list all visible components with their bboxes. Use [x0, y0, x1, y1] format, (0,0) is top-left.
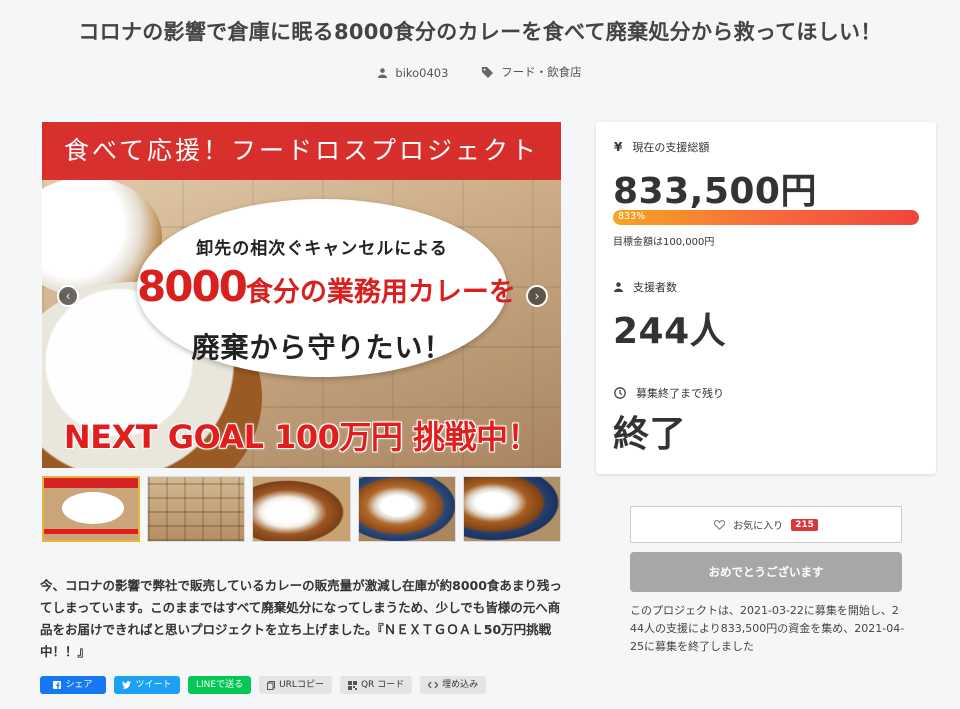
qr-code-label: QR コード [360, 680, 405, 690]
backers-label: 支援者数 [633, 281, 677, 294]
facebook-share-button[interactable]: シェア [40, 676, 106, 694]
facebook-share-label: シェア [65, 680, 93, 690]
category-link[interactable]: フード・飲食店 [482, 64, 582, 80]
project-summary-text: このプロジェクトは、2021-03-22に募集を開始し、244人の支援により83… [630, 604, 905, 653]
remaining-value: 終了 [613, 414, 687, 455]
goal-amount-text: 目標金額は100,000円 [613, 237, 715, 248]
author-name: biko0403 [395, 65, 449, 80]
heart-icon [714, 519, 726, 530]
author-link[interactable]: biko0403 [378, 66, 448, 80]
embed-label: 埋め込み [442, 680, 479, 690]
twitter-icon [122, 681, 132, 689]
url-copy-button[interactable]: URLコピー [259, 676, 332, 694]
share-buttons: シェア ツイート LINEで送る URLコピー QR コード 埋め込み [40, 676, 487, 694]
total-funding-label: 現在の支援総額 [632, 141, 710, 154]
backers-value: 244人 [613, 311, 727, 352]
qr-icon [347, 680, 357, 690]
twitter-share-label: ツイート [135, 680, 172, 690]
page-title: コロナの影響で倉庫に眠る8000食分のカレーを食べて廃棄処分から救ってほしい！ [78, 20, 882, 44]
favorite-label: お気に入り [733, 521, 784, 532]
tag-icon [482, 66, 494, 78]
clock-icon [614, 387, 626, 399]
favorite-count-badge: 215 [791, 518, 818, 531]
thumbnail-5[interactable] [462, 476, 562, 542]
thumbnail-1[interactable] [42, 476, 141, 542]
code-icon [428, 681, 439, 689]
user-icon [378, 67, 388, 78]
copy-icon [267, 680, 276, 690]
thumbnail-strip [42, 476, 562, 542]
hero-line-2: 8000食分の業務用カレーを [137, 262, 516, 311]
thumbnail-red-strip [44, 529, 139, 534]
category-name: フード・飲食店 [501, 65, 582, 79]
hero-line-3: 廃棄から守りたい！ [191, 331, 453, 364]
carousel-prev-icon[interactable]: ‹ [57, 285, 79, 307]
funding-progress-bar: 833% [613, 210, 919, 225]
hero-line-1: 卸先の相次ぐキャンセルによる [196, 239, 448, 259]
remaining-label: 募集終了まで残り [636, 387, 724, 400]
twitter-share-button[interactable]: ツイート [114, 676, 180, 694]
hero-next-goal: NEXT GOAL 100万円 挑戦中！ [63, 418, 540, 456]
line-share-button[interactable]: LINEで送る [188, 676, 252, 694]
total-funding-value: 833,500円 [613, 171, 817, 212]
funding-progress-percent: 833% [618, 211, 646, 222]
user-icon [614, 282, 623, 292]
project-header: コロナの影響で倉庫に眠る8000食分のカレーを食べて廃棄処分から救ってほしい！ … [0, 0, 960, 100]
favorite-button[interactable]: お気に入り 215 [630, 506, 902, 543]
qr-code-button[interactable]: QR コード [339, 676, 413, 694]
url-copy-label: URLコピー [279, 680, 324, 690]
thumbnail-3[interactable] [252, 476, 351, 542]
hero-line-2-number: 8000 [137, 262, 248, 311]
hero-banner: 食べて応援！フードロスプロジェクト [42, 122, 561, 180]
facebook-icon [53, 681, 62, 689]
thumbnail-4[interactable] [357, 476, 456, 542]
remaining-label-row: 募集終了まで残り [614, 385, 724, 401]
carousel-next-icon[interactable]: › [526, 285, 548, 307]
congrats-button[interactable]: おめでとうございます [630, 552, 902, 592]
backers-label-row: 支援者数 [614, 279, 677, 295]
total-funding-label-row: ¥ 現在の支援総額 [614, 139, 709, 155]
project-description: 今、コロナの影響で弊社で販売しているカレーの販売量が激減し在庫が約8000食あま… [40, 578, 562, 659]
hero-line-2-text: 食分の業務用カレーを [245, 277, 516, 308]
yen-icon: ¥ [614, 140, 623, 154]
thumbnail-2[interactable] [147, 476, 246, 542]
funding-stats-card: ¥ 現在の支援総額 833,500円 833% 目標金額は100,000円 支援… [596, 122, 936, 474]
project-meta: biko0403 フード・飲食店 [0, 64, 960, 81]
thumbnail-oval [62, 492, 124, 524]
embed-button[interactable]: 埋め込み [420, 676, 487, 694]
main-image-carousel[interactable]: 食べて応援！フードロスプロジェクト 卸先の相次ぐキャンセルによる 8000食分の… [42, 122, 561, 468]
